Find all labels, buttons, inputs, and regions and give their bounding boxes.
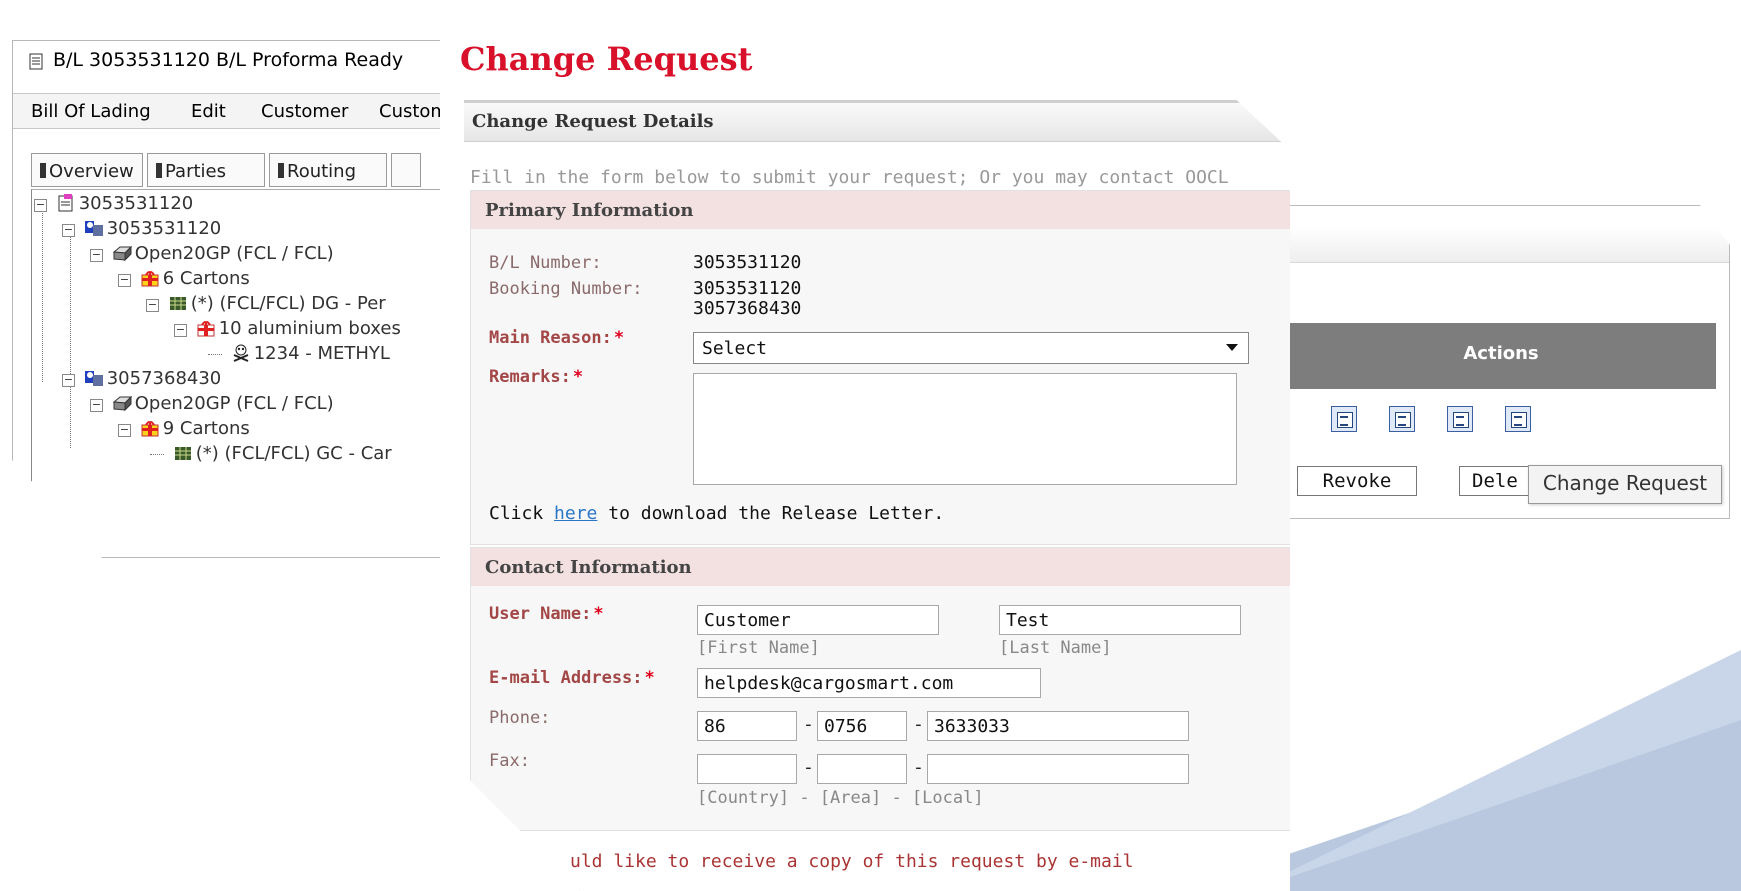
collapse-icon[interactable]: −	[118, 424, 131, 437]
collapse-icon[interactable]: −	[146, 299, 159, 312]
menu-edit[interactable]: Edit	[191, 101, 226, 122]
tab-more[interactable]	[391, 153, 421, 187]
booking-icon	[84, 221, 103, 236]
section-heading: Contact Information	[471, 548, 1290, 586]
booking-number-value: 3057368430	[693, 298, 802, 319]
tree-node[interactable]: − 6 Cartons	[118, 267, 250, 291]
change-request-icon[interactable]	[1505, 406, 1531, 432]
bl-tree: − 3053531120 − 3053531120 − Open20GP (FC…	[31, 189, 466, 520]
change-request-form: Change Request Change Request Details Fi…	[440, 10, 1290, 891]
package-icon	[141, 421, 159, 437]
container-icon	[112, 395, 132, 412]
tree-node[interactable]: − 3053531120	[34, 192, 193, 216]
email-field[interactable]: helpdesk@cargosmart.com	[697, 668, 1041, 698]
tree-node[interactable]: 1234 - METHYL	[208, 342, 390, 366]
phone-country-input[interactable]: 86	[697, 711, 797, 741]
email-label: E-mail Address: *	[489, 668, 655, 688]
collapse-icon[interactable]: −	[174, 324, 187, 337]
tree-node[interactable]: − (*) (FCL/FCL) DG - Per	[146, 292, 386, 316]
last-name-input[interactable]: Test	[999, 605, 1241, 635]
main-reason-select[interactable]: Select	[693, 332, 1249, 364]
email-copy-option[interactable]: uld like to receive a copy of this reque…	[570, 851, 1134, 872]
release-letter-text: Click here to download the Release Lette…	[489, 503, 945, 524]
fax-label: Fax:	[489, 751, 530, 771]
section-heading: Primary Information	[471, 191, 1290, 229]
document-icon	[58, 194, 73, 212]
tab-overview[interactable]: Overview	[31, 153, 143, 187]
fax-local-input[interactable]	[927, 754, 1189, 784]
page-title: Change Request	[460, 40, 753, 78]
hazard-icon	[233, 344, 249, 362]
release-letter-link[interactable]: here	[554, 503, 597, 524]
package-icon	[197, 321, 215, 337]
phone-label: Phone:	[489, 708, 551, 728]
booking-number-label: Booking Number:	[489, 279, 643, 299]
tab-parties[interactable]: Parties	[147, 153, 265, 187]
main-reason-label: Main Reason: *	[489, 328, 625, 348]
edit-icon[interactable]	[1389, 406, 1415, 432]
tab-marker-icon	[278, 163, 284, 178]
bl-number-value: 3053531120	[693, 252, 802, 273]
collapse-icon[interactable]: −	[90, 399, 103, 412]
package-icon	[141, 271, 159, 287]
actions-top-band	[1261, 226, 1729, 263]
intro-text: Fill in the form below to submit your re…	[470, 167, 1229, 188]
tree-node[interactable]: (*) (FCL/FCL) GC - Car	[150, 442, 392, 466]
tree-node[interactable]: − Open20GP (FCL / FCL)	[90, 242, 334, 266]
window-title: B/L 3053531120 B/L Proforma Ready	[53, 49, 404, 71]
first-name-hint: [First Name]	[697, 638, 820, 658]
booking-number-value: 3053531120	[693, 278, 802, 299]
tree-node[interactable]: − 9 Cartons	[118, 417, 250, 441]
menu-customer[interactable]: Customer	[261, 101, 348, 122]
menu-bill-of-lading[interactable]: Bill Of Lading	[31, 101, 151, 122]
collapse-icon[interactable]: −	[62, 374, 75, 387]
first-name-input[interactable]: Customer	[697, 605, 939, 635]
booking-icon	[84, 371, 103, 386]
tree-node[interactable]: − Open20GP (FCL / FCL)	[90, 392, 334, 416]
phone-local-input[interactable]: 3633033	[927, 711, 1189, 741]
print-icon[interactable]	[1447, 406, 1473, 432]
revoke-button[interactable]: Revoke	[1297, 466, 1417, 496]
tree-node[interactable]: − 3053531120	[62, 217, 221, 241]
menu-bar: Bill Of Lading Edit Customer Custom	[13, 93, 465, 129]
fax-country-input[interactable]	[697, 754, 797, 784]
details-header: Change Request Details	[464, 100, 1284, 142]
tree-node[interactable]: − 10 aluminium boxes	[174, 317, 401, 341]
bl-window: B/L 3053531120 B/L Proforma Ready Bill O…	[12, 40, 466, 558]
actions-column-header: Actions	[1286, 323, 1716, 389]
phone-area-input[interactable]: 0756	[817, 711, 907, 741]
bl-number-label: B/L Number:	[489, 253, 602, 273]
collapse-icon[interactable]: −	[90, 249, 103, 262]
view-icon[interactable]	[1331, 406, 1357, 432]
chevron-down-icon	[1226, 344, 1238, 351]
primary-information-section: Primary Information B/L Number: 30535311…	[470, 190, 1290, 545]
collapse-icon[interactable]: −	[34, 199, 47, 212]
document-icon	[29, 53, 43, 70]
container-icon	[112, 245, 132, 262]
fax-area-input[interactable]	[817, 754, 907, 784]
collapse-icon[interactable]: −	[118, 274, 131, 287]
cargo-icon	[174, 447, 191, 460]
phone-format-hint: [Country] - [Area] - [Local]	[697, 788, 984, 808]
tree-node[interactable]: − 3057368430	[62, 367, 221, 391]
tab-marker-icon	[156, 163, 162, 178]
cargo-icon	[169, 297, 186, 310]
remarks-textarea[interactable]	[693, 373, 1237, 485]
menu-custom[interactable]: Custom	[379, 101, 448, 122]
collapse-icon[interactable]: −	[62, 224, 75, 237]
last-name-hint: [Last Name]	[999, 638, 1112, 658]
tab-marker-icon	[40, 163, 46, 178]
change-request-tooltip: Change Request	[1528, 465, 1722, 504]
contact-information-section: Contact Information User Name: * Customer…	[470, 547, 1290, 831]
user-name-label: User Name: *	[489, 604, 604, 624]
remarks-label: Remarks: *	[489, 367, 584, 387]
tab-routing[interactable]: Routing	[269, 153, 387, 187]
